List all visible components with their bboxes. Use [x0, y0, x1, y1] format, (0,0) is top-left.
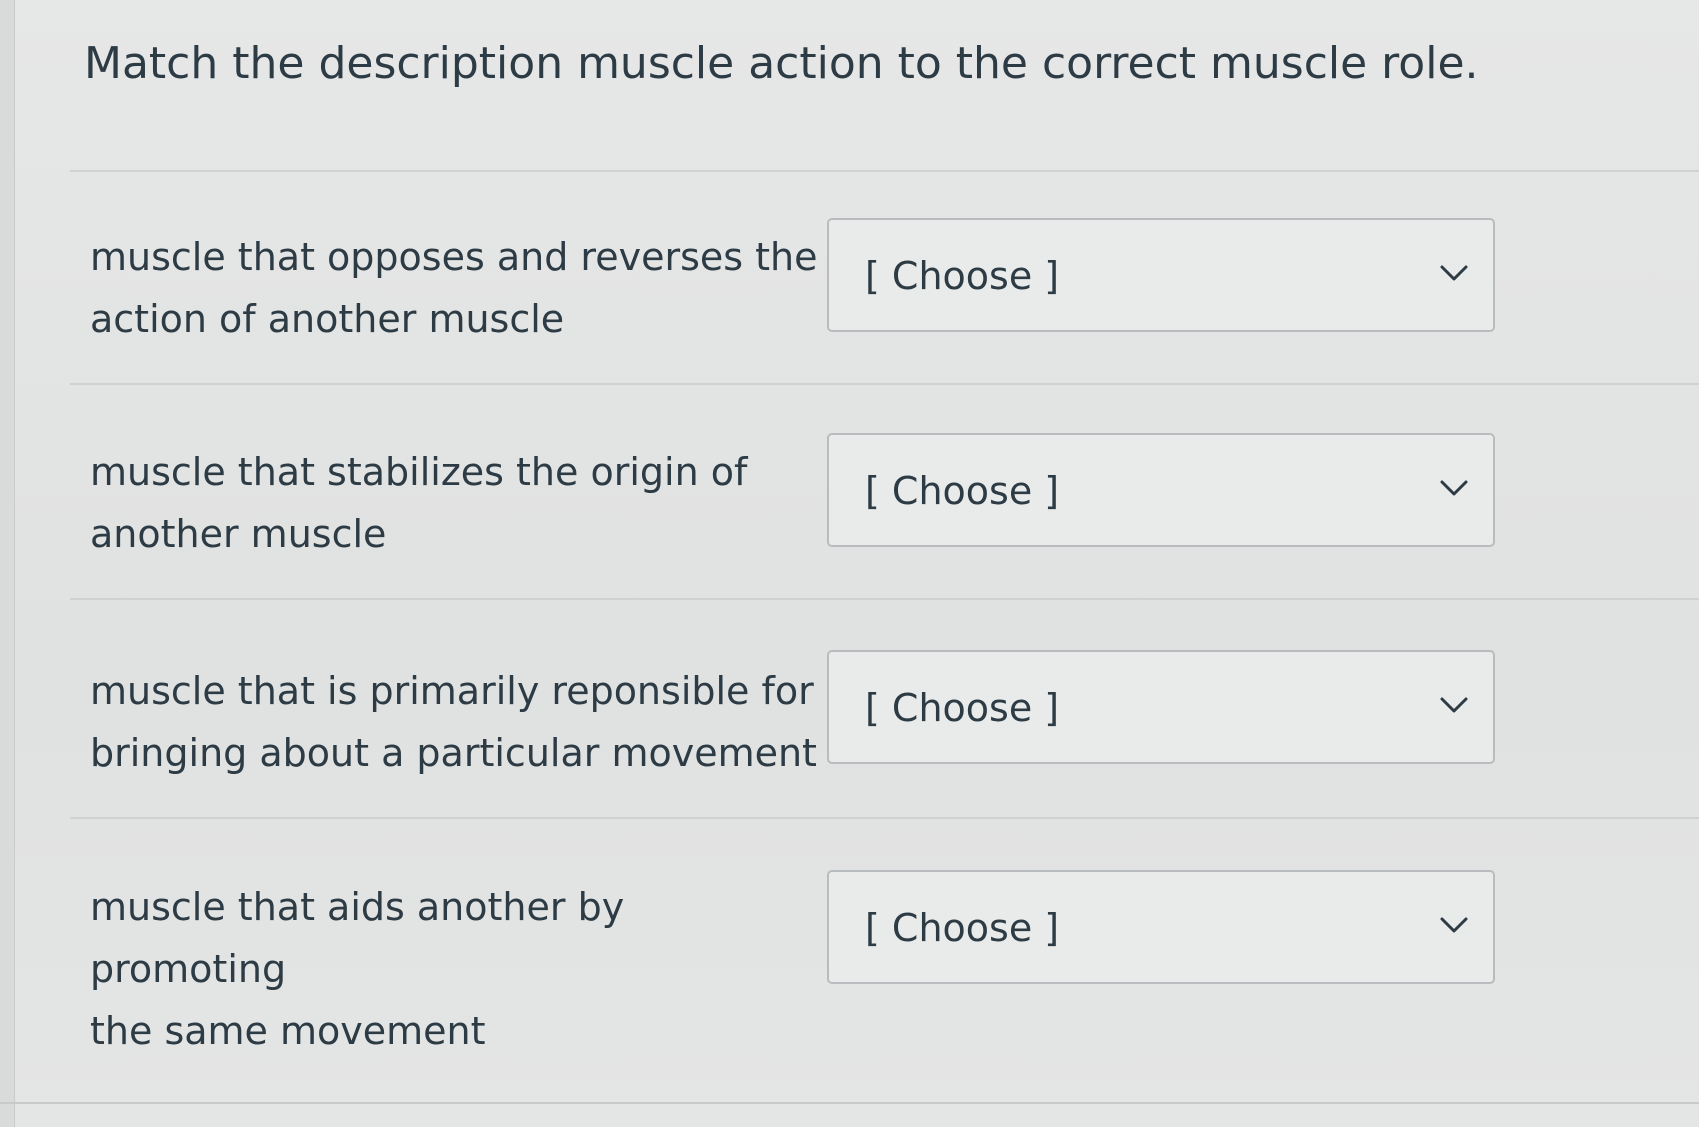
match-prompt-1-line2: action of another muscle — [90, 297, 565, 341]
match-prompt-3-line1: muscle that is primarily reponsible for — [90, 669, 814, 713]
match-prompt-4-line2: the same movement — [90, 1009, 486, 1053]
match-select-1[interactable]: [ Choose ] — [827, 218, 1495, 332]
match-select-3-value: [ Choose ] — [865, 686, 1060, 730]
divider — [70, 170, 1699, 172]
match-select-2-value: [ Choose ] — [865, 469, 1060, 513]
match-prompt-1-line1: muscle that opposes and reverses the — [90, 235, 818, 279]
quiz-page: Match the description muscle action to t… — [0, 0, 1699, 1127]
match-prompt-2-line1: muscle that stabilizes the origin of — [90, 450, 748, 494]
match-select-4[interactable]: [ Choose ] — [827, 870, 1495, 984]
match-prompt-3: muscle that is primarily reponsible for … — [90, 660, 820, 784]
match-prompt-2-line2: another muscle — [90, 512, 387, 556]
match-select-1-value: [ Choose ] — [865, 254, 1060, 298]
left-edge — [0, 0, 15, 1127]
match-select-2[interactable]: [ Choose ] — [827, 433, 1495, 547]
match-prompt-2: muscle that stabilizes the origin of ano… — [90, 441, 820, 565]
match-prompt-4-line1: muscle that aids another by promoting — [90, 885, 625, 991]
chevron-down-icon — [1440, 265, 1468, 281]
chevron-down-icon — [1440, 697, 1468, 713]
match-prompt-3-line2: bringing about a particular movement — [90, 731, 817, 775]
chevron-down-icon — [1440, 917, 1468, 933]
match-select-3[interactable]: [ Choose ] — [827, 650, 1495, 764]
match-prompt-4: muscle that aids another by promoting th… — [90, 876, 820, 1062]
divider — [70, 383, 1699, 385]
divider — [70, 817, 1699, 819]
bottom-divider — [0, 1102, 1699, 1104]
match-select-4-value: [ Choose ] — [865, 906, 1060, 950]
match-prompt-1: muscle that opposes and reverses the act… — [90, 226, 820, 350]
question-title: Match the description muscle action to t… — [84, 38, 1479, 89]
divider — [70, 598, 1699, 600]
chevron-down-icon — [1440, 480, 1468, 496]
